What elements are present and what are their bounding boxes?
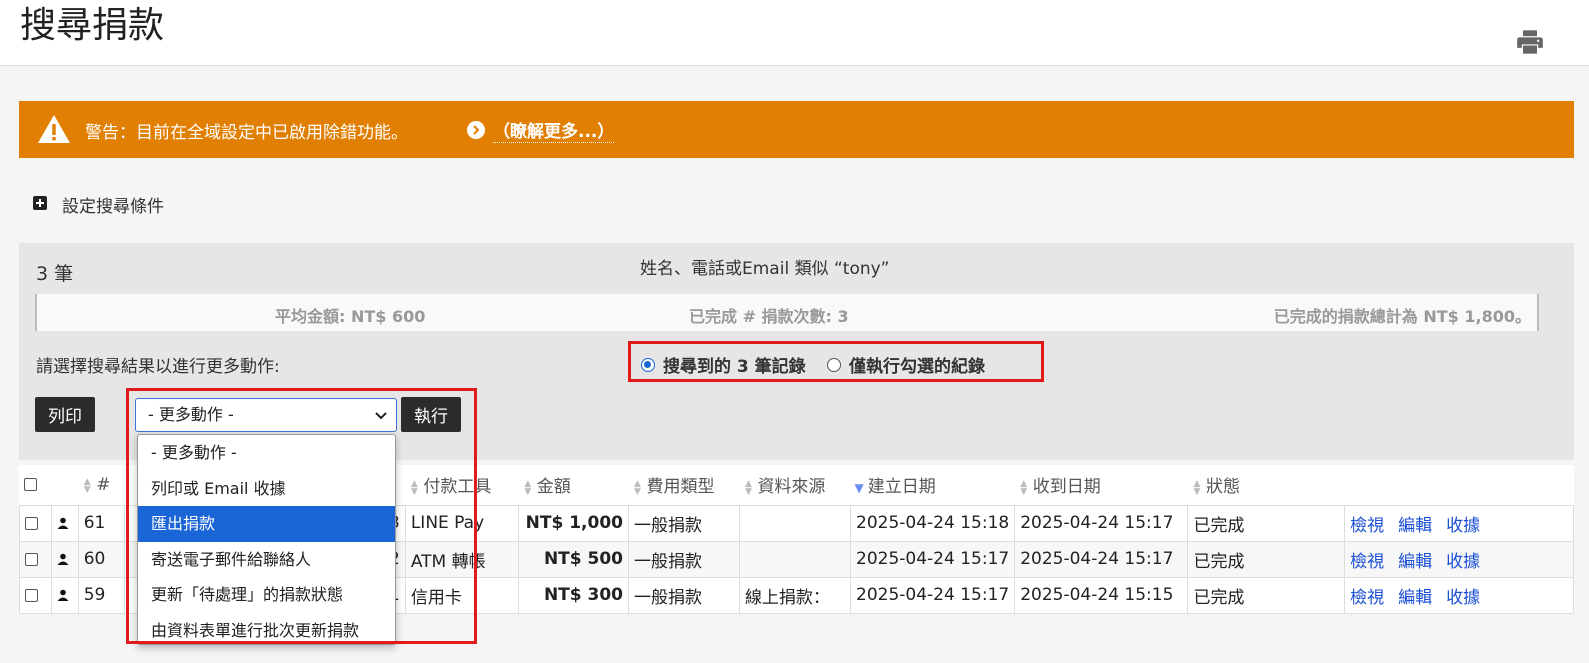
receipt-link[interactable]: 收據 xyxy=(1446,552,1480,572)
action-prompt: 請選擇搜尋結果以進行更多動作: xyxy=(36,357,280,377)
plus-square-icon xyxy=(33,196,47,210)
cell-status: 已完成 xyxy=(1187,576,1346,614)
row-checkbox[interactable] xyxy=(25,552,38,566)
cell-created: 2025-04-24 15:17 xyxy=(850,576,1016,614)
cell-received: 2025-04-24 15:17 xyxy=(1014,504,1189,542)
sort-icon: ▲ ▼ xyxy=(744,479,752,498)
run-button[interactable]: 執行 xyxy=(401,397,461,432)
cell-num: 61 xyxy=(77,504,125,542)
more-actions-select[interactable]: - 更多動作 - xyxy=(135,398,397,432)
dropdown-option[interactable]: 由資料表單進行批次更新捐款 xyxy=(138,613,395,645)
row-checkbox[interactable] xyxy=(25,516,38,530)
cell-type: 一般捐款 xyxy=(628,540,740,578)
cell-created: 2025-04-24 15:17 xyxy=(850,540,1016,578)
edit-link[interactable]: 編輯 xyxy=(1398,588,1432,608)
chevron-down-icon xyxy=(375,412,387,420)
sort-desc-icon: ▼ xyxy=(854,481,864,496)
criteria-label: 設定搜尋條件 xyxy=(62,197,164,217)
cell-payment: LINE Pay xyxy=(404,504,520,542)
sort-icon: ▲ ▼ xyxy=(410,479,418,498)
row-actions: 檢視 編輯 收據 xyxy=(1344,540,1574,578)
select-all-checkbox[interactable] xyxy=(23,478,37,492)
person-icon xyxy=(57,553,69,565)
dropdown-option[interactable]: 列印或 Email 收據 xyxy=(138,471,395,507)
radio-selected-label: 僅執行勾選的紀錄 xyxy=(849,357,985,377)
more-actions-dropdown-list: - 更多動作 - 列印或 Email 收據 匯出捐款 寄送電子郵件給聯絡人 更新… xyxy=(137,434,396,645)
page-header: 搜尋捐款 xyxy=(0,0,1589,66)
cell-received: 2025-04-24 15:17 xyxy=(1014,540,1189,578)
edit-link[interactable]: 編輯 xyxy=(1398,552,1432,572)
person-icon xyxy=(57,589,69,601)
results-panel: 3 筆 姓名、電話或Email 類似 “tony” 平均金額: NT$ 600 … xyxy=(19,243,1574,460)
stats-bar: 平均金額: NT$ 600 已完成 # 捐款次數: 3 已完成的捐款總計為 NT… xyxy=(35,294,1539,331)
header-source[interactable]: ▲ ▼ 資料來源 xyxy=(739,465,851,505)
cell-amount: NT$ 300 xyxy=(518,576,629,614)
cell-created: 2025-04-24 15:18 xyxy=(850,504,1016,542)
sort-icon: ▲ ▼ xyxy=(1193,479,1201,498)
cell-payment: ATM 轉帳 xyxy=(404,540,520,578)
result-count: 3 筆 xyxy=(36,263,74,285)
cell-source xyxy=(738,504,852,542)
row-checkbox[interactable] xyxy=(25,588,38,602)
dropdown-option-highlighted[interactable]: 匯出捐款 xyxy=(138,506,395,542)
select-value: - 更多動作 - xyxy=(148,405,234,424)
view-link[interactable]: 檢視 xyxy=(1350,588,1384,608)
search-description: 姓名、電話或Email 類似 “tony” xyxy=(640,259,890,279)
sort-icon: ▲ ▼ xyxy=(1020,479,1028,498)
debug-warning-banner: 警告：目前在全域設定中已啟用除錯功能。 （瞭解更多...） xyxy=(19,101,1574,158)
cell-amount: NT$ 500 xyxy=(518,540,629,578)
edit-link[interactable]: 編輯 xyxy=(1398,516,1432,536)
view-link[interactable]: 檢視 xyxy=(1350,552,1384,572)
header-received[interactable]: ▲ ▼ 收到日期 xyxy=(1014,465,1188,505)
cell-type: 一般捐款 xyxy=(628,576,740,614)
header-amount[interactable]: ▲ ▼ 金額 xyxy=(518,465,629,505)
header-select-all[interactable] xyxy=(19,465,52,505)
header-type[interactable]: ▲ ▼ 費用類型 xyxy=(628,465,740,505)
dropdown-option[interactable]: - 更多動作 - xyxy=(138,435,395,471)
cell-type: 一般捐款 xyxy=(628,504,740,542)
cell-received: 2025-04-24 15:15 xyxy=(1014,576,1189,614)
cell-source xyxy=(738,540,852,578)
header-status[interactable]: ▲ ▼ 狀態 xyxy=(1187,465,1345,505)
stat-average: 平均金額: NT$ 600 xyxy=(275,307,426,326)
view-link[interactable]: 檢視 xyxy=(1350,516,1384,536)
header-payment[interactable]: ▲ ▼ 付款工具 xyxy=(405,465,519,505)
person-icon xyxy=(57,517,69,529)
receipt-link[interactable]: 收據 xyxy=(1446,516,1480,536)
cell-status: 已完成 xyxy=(1187,540,1346,578)
radio-all-records[interactable]: 搜尋到的 3 筆記錄 xyxy=(641,352,806,377)
radio-selected-records[interactable]: 僅執行勾選的紀錄 xyxy=(827,352,985,377)
task-scope-radio-group: 搜尋到的 3 筆記錄 僅執行勾選的紀錄 xyxy=(628,341,1044,382)
cell-payment: 信用卡 xyxy=(404,576,520,614)
chevron-circle-icon xyxy=(467,121,485,139)
sort-icon: ▲ ▼ xyxy=(83,476,91,495)
header-num[interactable]: ▲ ▼ # xyxy=(78,465,125,505)
sort-icon: ▲ ▼ xyxy=(524,479,532,498)
cell-num: 59 xyxy=(77,576,125,614)
cell-amount: NT$ 1,000 xyxy=(518,504,629,542)
learn-more-link[interactable]: （瞭解更多...） xyxy=(493,117,615,143)
dropdown-option[interactable]: 更新「待處理」的捐款狀態 xyxy=(138,577,395,613)
stat-total: 已完成的捐款總計為 NT$ 1,800。 xyxy=(1273,307,1531,326)
print-button[interactable]: 列印 xyxy=(35,397,95,432)
sort-icon: ▲ ▼ xyxy=(634,479,641,498)
warning-icon xyxy=(38,115,70,143)
printer-icon[interactable] xyxy=(1516,28,1544,56)
cell-num: 60 xyxy=(77,540,125,578)
warning-text: 警告：目前在全域設定中已啟用除錯功能。 xyxy=(85,123,408,143)
radio-button[interactable] xyxy=(827,357,841,372)
page-title: 搜尋捐款 xyxy=(20,5,165,46)
cell-source: 線上捐款： xyxy=(738,576,852,614)
row-actions: 檢視 編輯 收據 xyxy=(1344,576,1574,614)
radio-button-checked[interactable] xyxy=(641,357,655,372)
dropdown-option[interactable]: 寄送電子郵件給聯絡人 xyxy=(138,542,395,578)
row-actions: 檢視 編輯 收據 xyxy=(1344,504,1574,542)
header-created[interactable]: ▼ 建立日期 xyxy=(850,465,1015,505)
stat-completed-count: 已完成 # 捐款次數: 3 xyxy=(689,307,849,326)
receipt-link[interactable]: 收據 xyxy=(1446,588,1480,608)
radio-all-label: 搜尋到的 3 筆記錄 xyxy=(663,357,806,377)
cell-status: 已完成 xyxy=(1187,504,1346,542)
